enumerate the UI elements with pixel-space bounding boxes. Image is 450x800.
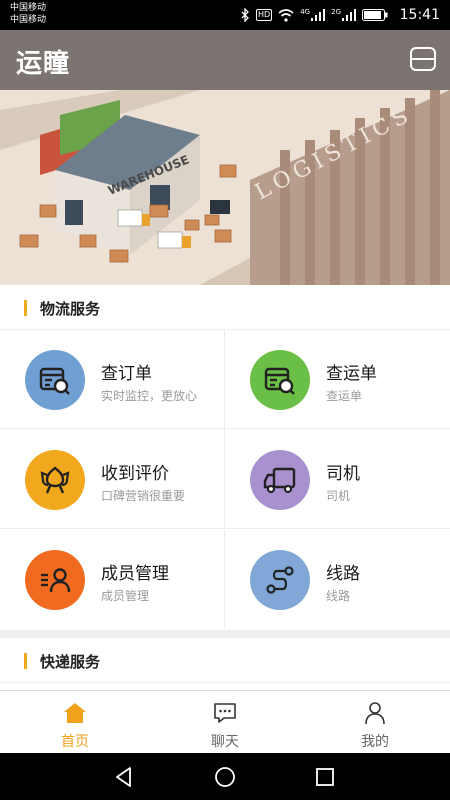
- route-icon: [250, 550, 310, 610]
- battery-icon: [362, 9, 388, 21]
- system-nav-bar: [0, 753, 450, 800]
- carrier-label: 中国移动: [10, 3, 47, 13]
- section-title: 快递服务: [40, 653, 101, 671]
- service-title: 成员管理: [101, 564, 169, 584]
- service-title: 收到评价: [101, 464, 169, 484]
- member-icon: [25, 550, 85, 610]
- recents-icon[interactable]: [313, 765, 337, 789]
- order-search-icon: [25, 350, 85, 410]
- section-header-logistics: 物流服务: [0, 285, 450, 330]
- service-title: 查运单: [326, 364, 377, 384]
- section-accent-bar: [24, 653, 27, 669]
- service-title: 司机: [326, 464, 360, 484]
- network-2g-label: 2G: [331, 8, 341, 16]
- clock: 15:41: [399, 7, 440, 23]
- wifi-icon: [278, 8, 294, 22]
- app-logo: 运瞳: [16, 49, 71, 79]
- service-route[interactable]: 线路 线路: [224, 530, 450, 629]
- service-subtitle: 口碑营销很重要: [101, 489, 186, 503]
- back-icon[interactable]: [112, 765, 136, 789]
- service-waybill-query[interactable]: 查运单 查运单: [224, 330, 450, 429]
- service-driver[interactable]: 司机 司机: [224, 430, 450, 529]
- home-circle-icon[interactable]: [213, 765, 237, 789]
- section-header-express: 快递服务: [0, 638, 450, 683]
- section-title: 物流服务: [40, 300, 101, 318]
- signal-icon: [311, 9, 326, 21]
- status-bar: 中国移动 中国移动 HD 4G 2G 15:41: [0, 0, 450, 30]
- scan-frame-icon[interactable]: [410, 47, 436, 71]
- flower-review-icon: [25, 450, 85, 510]
- service-member-management[interactable]: 成员管理 成员管理: [0, 530, 224, 629]
- status-icons: HD 4G 2G: [241, 8, 388, 22]
- carrier-label: 中国移动: [10, 15, 47, 25]
- warehouse-illustration: LOGISTICS WAREHOUSE: [0, 90, 450, 285]
- tab-mine[interactable]: 我的: [300, 691, 450, 754]
- service-subtitle: 实时监控，更放心: [101, 389, 198, 403]
- tab-label: 聊天: [211, 734, 239, 750]
- network-4g-label: 4G: [300, 8, 311, 16]
- bottom-tab-bar: 首页 聊天 我的: [0, 690, 450, 753]
- section-express: 快递服务: [0, 638, 450, 690]
- tab-label: 首页: [61, 734, 89, 750]
- service-title: 线路: [326, 564, 360, 584]
- service-subtitle: 查运单: [326, 389, 363, 403]
- tab-chat[interactable]: 聊天: [150, 691, 300, 754]
- home-icon: [64, 703, 86, 723]
- service-reviews[interactable]: 收到评价 口碑营销很重要: [0, 430, 224, 529]
- tab-home[interactable]: 首页: [0, 691, 150, 754]
- service-subtitle: 线路: [326, 589, 351, 603]
- user-icon: [365, 702, 385, 725]
- banner[interactable]: LOGISTICS WAREHOUSE: [0, 90, 450, 285]
- hd-icon: HD: [256, 9, 273, 21]
- service-title: 查订单: [101, 364, 152, 384]
- truck-icon: [250, 450, 310, 510]
- section-divider: [0, 630, 450, 638]
- bluetooth-icon: [241, 8, 249, 22]
- service-subtitle: 司机: [326, 489, 351, 503]
- waybill-search-icon: [250, 350, 310, 410]
- tab-label: 我的: [361, 734, 389, 750]
- service-order-query[interactable]: 查订单 实时监控，更放心: [0, 330, 224, 429]
- section-accent-bar: [24, 300, 27, 316]
- signal-icon: [342, 9, 356, 21]
- service-subtitle: 成员管理: [101, 589, 150, 603]
- logistics-services-grid: 查订单 实时监控，更放心 查运单 查运单 收到评价 口碑营销很重要 司机 司机 …: [0, 330, 450, 630]
- app-bar: 运瞳: [0, 30, 450, 90]
- chat-icon: [214, 703, 236, 723]
